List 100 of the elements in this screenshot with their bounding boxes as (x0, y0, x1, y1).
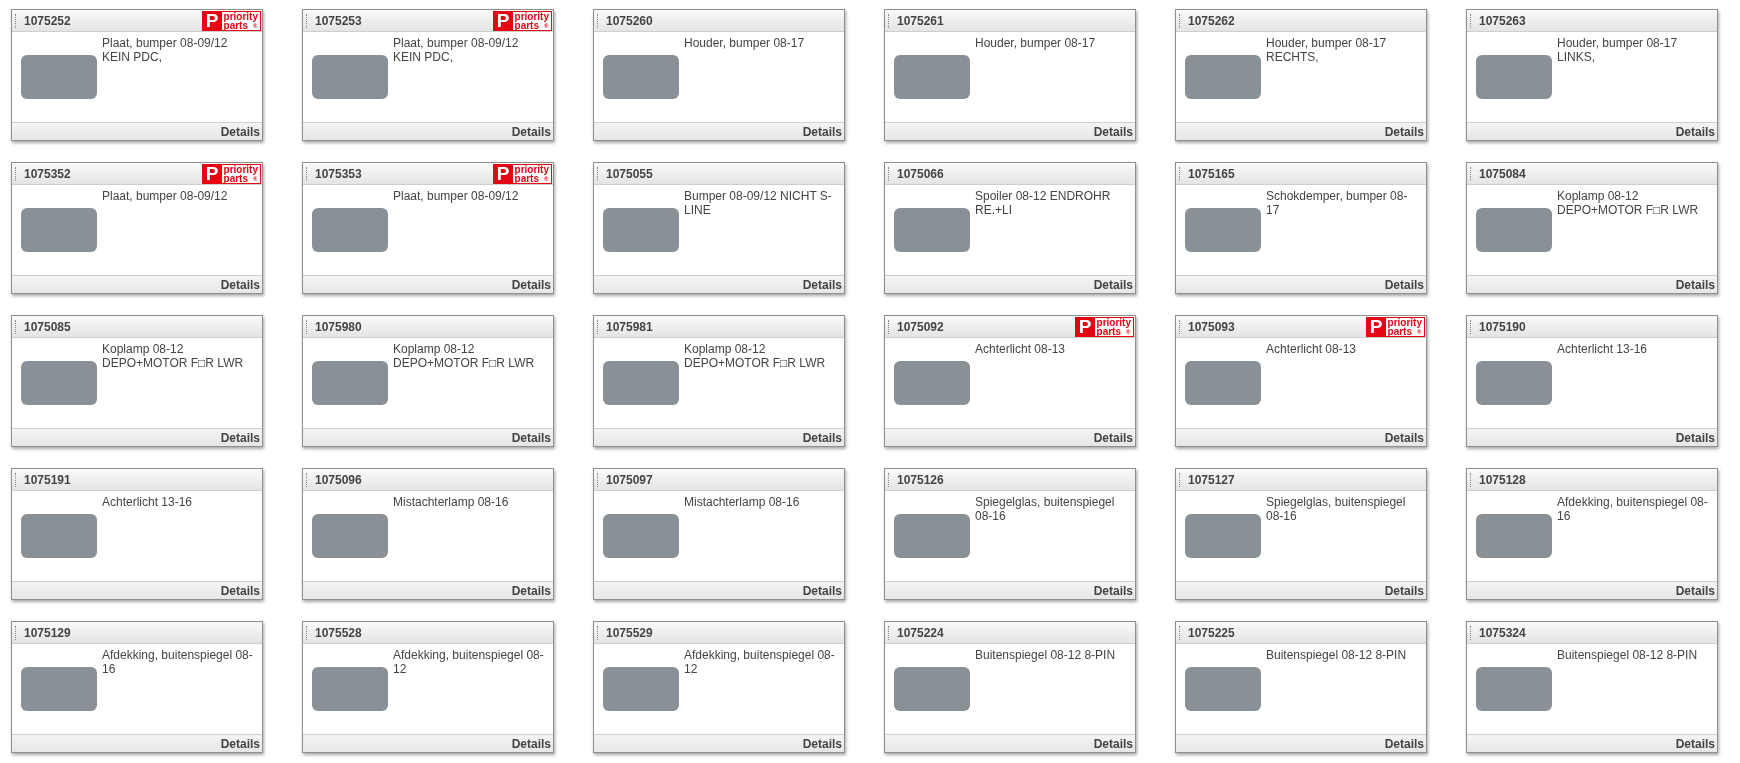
part-description: Plaat, bumper 08-09/12 KEIN PDC, (393, 36, 520, 64)
details-link[interactable]: Details (1384, 122, 1426, 141)
part-number: 1075190 (1479, 318, 1526, 336)
part-description: Koplamp 08-12 DEPO+MOTOR F□R LWR (102, 342, 245, 370)
details-link[interactable]: Details (220, 428, 262, 447)
logo-letter: P (202, 11, 222, 30)
part-number: 1075353 (315, 165, 362, 183)
badge-text: priority (1387, 317, 1422, 327)
details-link[interactable]: Details (1093, 734, 1135, 753)
part-description: Houder, bumper 08-17 RECHTS, (1266, 36, 1388, 64)
details-link[interactable]: Details (1384, 581, 1426, 600)
part-description: Afdekking, buitenspiegel 08-12 (684, 648, 836, 676)
logo-letter: P (493, 11, 513, 30)
part-description: Buitenspiegel 08-12 8-PIN (1266, 648, 1408, 662)
badge-text: parts (223, 173, 248, 183)
details-link[interactable]: Details (511, 734, 553, 753)
details-link[interactable]: Details (1093, 581, 1135, 600)
part-number: 1075262 (1188, 12, 1235, 30)
details-link[interactable]: Details (802, 122, 844, 141)
part-description: Afdekking, buitenspiegel 08-12 (393, 648, 545, 676)
part-description: Afdekking, buitenspiegel 08-16 (102, 648, 254, 676)
part-description: Mistachterlamp 08-16 (684, 495, 801, 509)
badge-text: parts (514, 20, 539, 30)
part-description: Achterlicht 08-13 (975, 342, 1067, 356)
details-link[interactable]: Details (1675, 581, 1717, 600)
details-link[interactable]: Details (802, 581, 844, 600)
badge-text: parts (514, 173, 539, 183)
details-link[interactable]: Details (1675, 275, 1717, 294)
part-description: Koplamp 08-12 DEPO+MOTOR F□R LWR (1557, 189, 1700, 217)
details-link[interactable]: Details (1093, 275, 1135, 294)
part-description: Plaat, bumper 08-09/12 KEIN PDC, (102, 36, 229, 64)
details-link[interactable]: Details (511, 581, 553, 600)
details-link[interactable]: Details (511, 428, 553, 447)
part-description: Schokdemper, bumper 08-17 (1266, 189, 1409, 217)
badge-text: parts (1096, 326, 1121, 336)
details-link[interactable]: Details (1384, 428, 1426, 447)
part-number: 1075165 (1188, 165, 1235, 183)
part-description: Spiegelglas, buitenspiegel 08-16 (975, 495, 1116, 523)
details-link[interactable]: Details (1675, 122, 1717, 141)
part-description: Buitenspiegel 08-12 8-PIN (1557, 648, 1699, 662)
details-link[interactable]: Details (802, 734, 844, 753)
badge-text: priority (1096, 317, 1131, 327)
part-number: 1075055 (606, 165, 653, 183)
part-description: Achterlicht 13-16 (1557, 342, 1649, 356)
part-number: 1075980 (315, 318, 362, 336)
part-description: Achterlicht 08-13 (1266, 342, 1358, 356)
part-number: 1075253 (315, 12, 362, 30)
badge-text: priority (514, 164, 549, 174)
part-number: 1075097 (606, 471, 653, 489)
details-link[interactable]: Details (220, 581, 262, 600)
part-number: 1075126 (897, 471, 944, 489)
details-link[interactable]: Details (1093, 122, 1135, 141)
badge-text: parts (1387, 326, 1412, 336)
part-number: 1075352 (24, 165, 71, 183)
part-description: Mistachterlamp 08-16 (393, 495, 510, 509)
details-link[interactable]: Details (1384, 734, 1426, 753)
part-number: 1075085 (24, 318, 71, 336)
part-description: Bumper 08-09/12 NICHT S-LINE (684, 189, 833, 217)
part-number: 1075324 (1479, 624, 1526, 642)
part-number: 1075093 (1188, 318, 1235, 336)
part-number: 1075127 (1188, 471, 1235, 489)
badge-text: priority (223, 164, 258, 174)
part-number: 1075263 (1479, 12, 1526, 30)
details-link[interactable]: Details (1093, 428, 1135, 447)
part-number: 1075252 (24, 12, 71, 30)
logo-letter: P (1075, 317, 1095, 336)
part-description: Houder, bumper 08-17 (975, 36, 1097, 50)
part-number: 1075981 (606, 318, 653, 336)
details-link[interactable]: Details (1675, 734, 1717, 753)
part-description: Houder, bumper 08-17 LINKS, (1557, 36, 1679, 64)
part-number: 1075191 (24, 471, 71, 489)
logo-letter: P (1366, 317, 1386, 336)
badge-text: parts (223, 20, 248, 30)
logo-letter: P (493, 164, 513, 183)
part-number: 1075084 (1479, 165, 1526, 183)
details-link[interactable]: Details (1675, 428, 1717, 447)
details-link[interactable]: Details (220, 122, 262, 141)
badge-text: priority (223, 11, 258, 21)
part-number: 1075224 (897, 624, 944, 642)
details-link[interactable]: Details (220, 734, 262, 753)
part-number: 1075529 (606, 624, 653, 642)
details-link[interactable]: Details (1384, 275, 1426, 294)
part-description: Afdekking, buitenspiegel 08-16 (1557, 495, 1709, 523)
part-description: Buitenspiegel 08-12 8-PIN (975, 648, 1117, 662)
part-number: 1075528 (315, 624, 362, 642)
part-description: Plaat, bumper 08-09/12 (393, 189, 520, 203)
details-link[interactable]: Details (802, 275, 844, 294)
part-number: 1075225 (1188, 624, 1235, 642)
part-description: Koplamp 08-12 DEPO+MOTOR F□R LWR (684, 342, 827, 370)
part-description: Houder, bumper 08-17 (684, 36, 806, 50)
logo-letter: P (202, 164, 222, 183)
details-link[interactable]: Details (220, 275, 262, 294)
part-description: Spiegelglas, buitenspiegel 08-16 (1266, 495, 1407, 523)
details-link[interactable]: Details (511, 275, 553, 294)
part-description: Spoiler 08-12 ENDROHR RE.+LI (975, 189, 1112, 217)
part-number: 1075096 (315, 471, 362, 489)
details-link[interactable]: Details (802, 428, 844, 447)
part-number: 1075261 (897, 12, 944, 30)
details-link[interactable]: Details (511, 122, 553, 141)
part-number: 1075066 (897, 165, 944, 183)
